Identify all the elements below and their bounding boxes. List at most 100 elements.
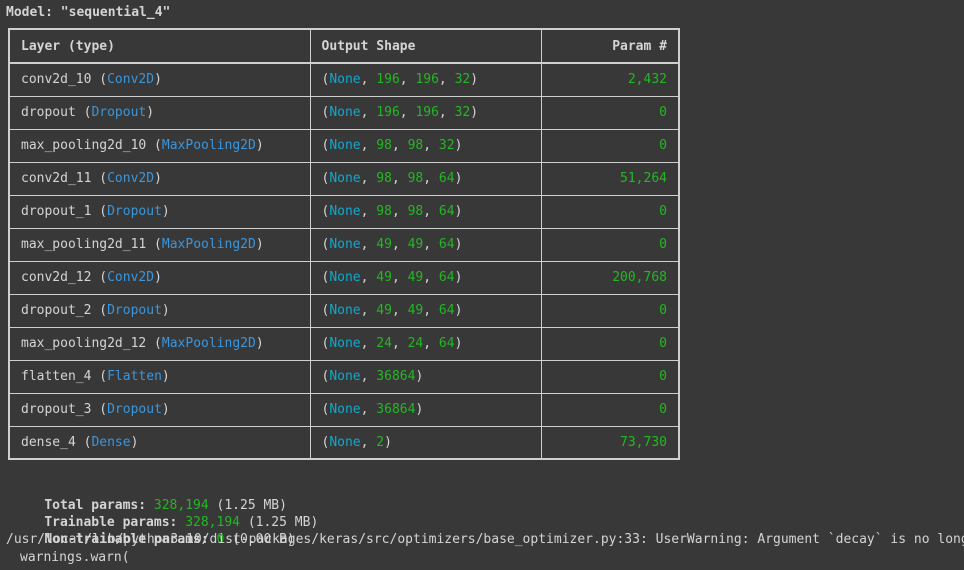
output-shape-cell: (None, 49, 49, 64)	[309, 293, 542, 328]
table-row: flatten_4 (Flatten) (None, 36864) 0	[8, 359, 680, 394]
layer-type: MaxPooling2D	[161, 138, 256, 153]
none-keyword: None	[329, 369, 361, 384]
layer-type: Dropout	[107, 303, 162, 318]
warnings-warn-text: warnings.warn(	[20, 550, 130, 565]
output-shape-cell: (None, 36864)	[309, 392, 542, 427]
output-shape-cell: (None, 49, 49, 64)	[309, 227, 542, 262]
output-shape-header: Output Shape	[309, 28, 542, 64]
none-keyword: None	[329, 72, 361, 88]
param-count: 200,768	[540, 260, 680, 295]
param-count: 0	[540, 194, 680, 229]
param-count: 0	[540, 293, 680, 328]
table-row: max_pooling2d_11 (MaxPooling2D) (None, 49…	[8, 227, 680, 262]
output-shape-cell: (None, 2)	[309, 425, 542, 460]
shape-dim: 64	[438, 237, 455, 252]
param-count: 0	[540, 326, 680, 361]
layer-cell: dropout_3 (Dropout)	[8, 392, 311, 427]
shape-dim: 32	[438, 138, 455, 153]
table-row: conv2d_11 (Conv2D) (None, 98, 98, 64) 51,2…	[8, 161, 680, 196]
none-keyword: None	[329, 336, 361, 351]
total-params-value: 328,194	[153, 498, 209, 513]
model-title: Model: "sequential_4"	[6, 5, 171, 20]
shape-dim: 24	[376, 336, 392, 351]
shape-dim: 64	[438, 336, 455, 351]
layer-type-header: Layer (type)	[8, 28, 311, 64]
shape-dim: 49	[376, 303, 392, 318]
shape-dim: 49	[407, 270, 424, 285]
shape-dim: 64	[438, 270, 455, 285]
layer-cell: conv2d_10 (Conv2D)	[8, 62, 311, 97]
layer-name: flatten_4	[21, 369, 92, 384]
param-count: 2,432	[540, 62, 680, 97]
shape-dim: 196	[376, 72, 400, 88]
layer-cell: max_pooling2d_12 (MaxPooling2D)	[8, 326, 311, 361]
shape-dim: 49	[407, 237, 424, 252]
total-params-line: Total params: 328,194 (1.25 MB)	[13, 480, 318, 513]
param-totals: Total params: 328,194 (1.25 MB) Trainabl…	[13, 480, 318, 547]
output-shape-cell: (None, 36864)	[309, 359, 542, 394]
none-keyword: None	[329, 138, 361, 153]
table-row: conv2d_10 (Conv2D) (None, 196, 196, 32) 2,…	[8, 62, 680, 97]
shape-dim: 64	[438, 204, 455, 219]
layer-type: MaxPooling2D	[161, 336, 256, 351]
table-row: dropout_3 (Dropout) (None, 36864) 0	[8, 392, 680, 427]
table-row: dropout_1 (Dropout) (None, 98, 98, 64) 0	[8, 194, 680, 229]
shape-dim: 64	[438, 303, 455, 318]
shape-dim: 49	[407, 303, 424, 318]
param-count: 0	[540, 392, 680, 427]
param-count: 0	[540, 359, 680, 394]
shape-dim: 98	[376, 171, 392, 186]
param-count: 51,264	[540, 161, 680, 196]
shape-dim: 32	[454, 72, 471, 88]
output-shape-cell: (None, 24, 24, 64)	[309, 326, 542, 361]
output-shape-cell: (None, 49, 49, 64)	[309, 260, 542, 295]
shape-dim: 196	[415, 72, 439, 88]
table-header-row: Layer (type) Output Shape Param #	[8, 28, 680, 64]
shape-dim: 49	[376, 237, 392, 252]
output-shape-cell: (None, 98, 98, 64)	[309, 194, 542, 229]
output-shape-cell: (None, 196, 196, 32)	[309, 95, 542, 130]
shape-dim: 36864	[376, 369, 416, 384]
total-params-label: Total params:	[44, 498, 147, 513]
user-warning-text: /usr/local/lib/python3.10/dist-packages/…	[6, 532, 964, 547]
param-count: 0	[540, 95, 680, 130]
layer-name: max_pooling2d_12	[21, 336, 147, 351]
layer-type: MaxPooling2D	[161, 237, 256, 252]
layer-cell: dropout_1 (Dropout)	[8, 194, 311, 229]
layer-type: Conv2D	[107, 171, 155, 186]
trainable-params-value: 328,194	[185, 515, 240, 530]
none-keyword: None	[329, 204, 361, 219]
output-shape-cell: (None, 98, 98, 64)	[309, 161, 542, 196]
trainable-params-label: Trainable params:	[44, 515, 178, 530]
output-shape-cell: (None, 196, 196, 32)	[309, 62, 542, 97]
param-count: 0	[540, 128, 680, 163]
layer-name: max_pooling2d_10	[21, 138, 147, 153]
layer-type: Dropout	[107, 204, 162, 219]
table-row: dropout (Dropout) (None, 196, 196, 32) 0	[8, 95, 680, 130]
layer-cell: dropout (Dropout)	[8, 95, 311, 130]
shape-dim: 98	[376, 138, 392, 153]
layer-name: dropout_3	[21, 402, 92, 417]
layer-cell: flatten_4 (Flatten)	[8, 359, 311, 394]
layer-name: dense_4	[21, 434, 76, 450]
none-keyword: None	[329, 303, 361, 318]
layer-cell: conv2d_12 (Conv2D)	[8, 260, 311, 295]
shape-dim: 24	[407, 336, 424, 351]
layer-type: Dropout	[91, 105, 147, 120]
none-keyword: None	[329, 402, 361, 417]
shape-dim: 98	[407, 204, 424, 219]
output-shape-cell: (None, 98, 98, 32)	[309, 128, 542, 163]
layer-cell: conv2d_11 (Conv2D)	[8, 161, 311, 196]
layer-rows: conv2d_10 (Conv2D) (None, 196, 196, 32) 2,…	[8, 62, 680, 460]
shape-dim: 98	[407, 171, 424, 186]
none-keyword: None	[329, 171, 361, 186]
layer-name: conv2d_12	[21, 270, 92, 285]
layer-name: dropout_1	[21, 204, 92, 219]
shape-dim: 49	[376, 270, 392, 285]
shape-dim: 196	[376, 105, 400, 120]
shape-dim: 98	[407, 138, 424, 153]
layer-type: Conv2D	[107, 72, 155, 88]
table-row: dense_4 (Dense) (None, 2) 73,730	[8, 425, 680, 460]
layer-type: Dense	[91, 434, 131, 450]
layer-name: conv2d_11	[21, 171, 92, 186]
